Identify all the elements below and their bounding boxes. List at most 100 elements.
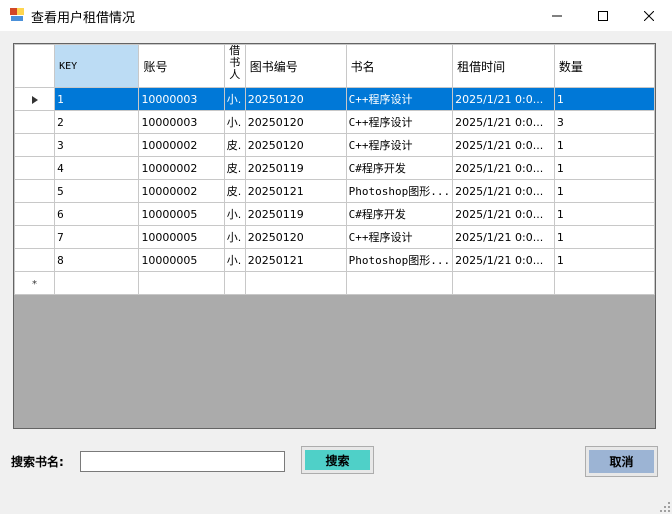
cell-book-name[interactable]: C#程序开发 xyxy=(345,202,454,226)
cell-rental-time[interactable]: 2025/1/21 0:0... xyxy=(452,202,555,226)
row-header[interactable] xyxy=(14,202,56,226)
cell-quantity[interactable]: 1 xyxy=(553,87,655,111)
cell-quantity[interactable]: 3 xyxy=(553,110,655,134)
cell-borrower[interactable]: 小. xyxy=(223,202,246,226)
cell-book-id[interactable]: 20250121 xyxy=(244,179,347,203)
cell-book-name[interactable]: C++程序设计 xyxy=(345,133,454,157)
cell-key[interactable]: 3 xyxy=(54,133,140,157)
cell-account[interactable]: 10000002 xyxy=(138,179,225,203)
cell-rental-time[interactable]: 2025/1/21 0:0... xyxy=(452,179,555,203)
cell-quantity[interactable]: 1 xyxy=(553,133,655,157)
cell-book-name[interactable]: C++程序设计 xyxy=(345,87,454,111)
cell-key[interactable]: 5 xyxy=(54,179,140,203)
table-row[interactable]: 5 10000002 皮. 20250121 Photoshop图形... 2025/1/… xyxy=(14,179,655,203)
cell-key[interactable]: 4 xyxy=(54,156,140,180)
cell-rental-time[interactable]: 2025/1/21 0:0... xyxy=(452,133,555,157)
cell-book-id[interactable]: 20250120 xyxy=(244,87,347,111)
cell-key[interactable]: 2 xyxy=(54,110,140,134)
cell-quantity[interactable]: 1 xyxy=(553,248,655,272)
cell-key[interactable]: 1 xyxy=(54,87,140,111)
cell-book-name[interactable]: Photoshop图形... xyxy=(345,179,454,203)
search-input[interactable] xyxy=(80,451,285,472)
cell-book-id[interactable]: 20250120 xyxy=(244,225,347,249)
column-header-book-name[interactable]: 书名 xyxy=(345,44,454,88)
cell-book-id[interactable]: 20250121 xyxy=(244,248,347,272)
row-header[interactable] xyxy=(14,110,56,134)
cell-book-id[interactable]: 20250120 xyxy=(244,133,347,157)
cell-book-id[interactable]: 20250120 xyxy=(244,110,347,134)
column-header-key[interactable]: KEY xyxy=(54,44,140,88)
cell-account[interactable]: 10000003 xyxy=(138,110,225,134)
cell-account[interactable]: 10000005 xyxy=(138,202,225,226)
cell-quantity[interactable]: 1 xyxy=(553,202,655,226)
cell-borrower[interactable]: 小. xyxy=(223,87,246,111)
cell-quantity[interactable]: 1 xyxy=(553,156,655,180)
new-row-cell[interactable] xyxy=(452,271,555,295)
cell-borrower[interactable]: 皮. xyxy=(223,133,246,157)
cell-borrower[interactable]: 皮. xyxy=(223,156,246,180)
table-row[interactable]: 1 10000003 小. 20250120 C++程序设计 2025/1/21 0:0.… xyxy=(14,87,655,111)
new-row-cell[interactable] xyxy=(54,271,140,295)
row-header[interactable] xyxy=(14,156,56,180)
cell-borrower[interactable]: 皮. xyxy=(223,179,246,203)
new-row-header[interactable]: * xyxy=(14,271,56,295)
cell-key[interactable]: 7 xyxy=(54,225,140,249)
grid-corner-header[interactable] xyxy=(14,44,56,88)
column-header-quantity[interactable]: 数量 xyxy=(553,44,655,88)
cell-rental-time[interactable]: 2025/1/21 0:0... xyxy=(452,248,555,272)
row-header[interactable] xyxy=(14,179,56,203)
cell-key[interactable]: 8 xyxy=(54,248,140,272)
new-row-cell[interactable] xyxy=(138,271,225,295)
new-row-cell[interactable] xyxy=(553,271,655,295)
new-row-cell[interactable] xyxy=(244,271,347,295)
cell-book-id[interactable]: 20250119 xyxy=(244,156,347,180)
cell-rental-time[interactable]: 2025/1/21 0:0... xyxy=(452,156,555,180)
resize-grip-icon[interactable] xyxy=(660,502,670,512)
cell-book-name[interactable]: Photoshop图形... xyxy=(345,248,454,272)
title-bar: 查看用户租借情况 xyxy=(0,0,672,31)
cell-rental-time[interactable]: 2025/1/21 0:0... xyxy=(452,110,555,134)
table-row[interactable]: 6 10000005 小. 20250119 C#程序开发 2025/1/21 0:0..… xyxy=(14,202,655,226)
column-header-account[interactable]: 账号 xyxy=(138,44,225,88)
cell-borrower[interactable]: 小. xyxy=(223,248,246,272)
row-header[interactable] xyxy=(14,248,56,272)
close-button[interactable] xyxy=(626,0,672,31)
cell-quantity[interactable]: 1 xyxy=(553,225,655,249)
search-button[interactable]: 搜索 xyxy=(301,446,374,474)
column-header-book-id[interactable]: 图书编号 xyxy=(244,44,347,88)
cell-account[interactable]: 10000002 xyxy=(138,133,225,157)
new-row[interactable]: * xyxy=(14,271,655,295)
rental-data-grid[interactable]: KEY 账号 借书人 图书编号 书名 租借时间 数量 1 10000003 小. 20… xyxy=(13,43,656,429)
table-row[interactable]: 7 10000005 小. 20250120 C++程序设计 2025/1/21 0:0.… xyxy=(14,225,655,249)
cell-quantity[interactable]: 1 xyxy=(553,179,655,203)
table-row[interactable]: 3 10000002 皮. 20250120 C++程序设计 2025/1/21 0:0.… xyxy=(14,133,655,157)
cancel-button[interactable]: 取消 xyxy=(585,446,658,477)
table-row[interactable]: 2 10000003 小. 20250120 C++程序设计 2025/1/21 0:0.… xyxy=(14,110,655,134)
cell-account[interactable]: 10000003 xyxy=(138,87,225,111)
cell-rental-time[interactable]: 2025/1/21 0:0... xyxy=(452,225,555,249)
new-row-cell[interactable] xyxy=(223,271,246,295)
cell-book-name[interactable]: C++程序设计 xyxy=(345,110,454,134)
cell-rental-time[interactable]: 2025/1/21 0:0... xyxy=(452,87,555,111)
cell-account[interactable]: 10000002 xyxy=(138,156,225,180)
new-row-cell[interactable] xyxy=(345,271,454,295)
row-header[interactable] xyxy=(14,87,56,111)
column-header-borrower[interactable]: 借书人 xyxy=(223,44,246,88)
table-row[interactable]: 4 10000002 皮. 20250119 C#程序开发 2025/1/21 0:0..… xyxy=(14,156,655,180)
row-header[interactable] xyxy=(14,225,56,249)
table-row[interactable]: 8 10000005 小. 20250121 Photoshop图形... 2025/1/… xyxy=(14,248,655,272)
maximize-button[interactable] xyxy=(580,0,626,31)
cell-borrower[interactable]: 小. xyxy=(223,225,246,249)
row-header[interactable] xyxy=(14,133,56,157)
cell-key[interactable]: 6 xyxy=(54,202,140,226)
minimize-button[interactable] xyxy=(534,0,580,31)
window-title: 查看用户租借情况 xyxy=(31,11,136,26)
cell-book-name[interactable]: C++程序设计 xyxy=(345,225,454,249)
cell-account[interactable]: 10000005 xyxy=(138,225,225,249)
cell-book-name[interactable]: C#程序开发 xyxy=(345,156,454,180)
cell-account[interactable]: 10000005 xyxy=(138,248,225,272)
cell-book-id[interactable]: 20250119 xyxy=(244,202,347,226)
column-header-rental-time[interactable]: 租借时间 xyxy=(452,44,555,88)
app-icon xyxy=(10,8,24,22)
cell-borrower[interactable]: 小. xyxy=(223,110,246,134)
